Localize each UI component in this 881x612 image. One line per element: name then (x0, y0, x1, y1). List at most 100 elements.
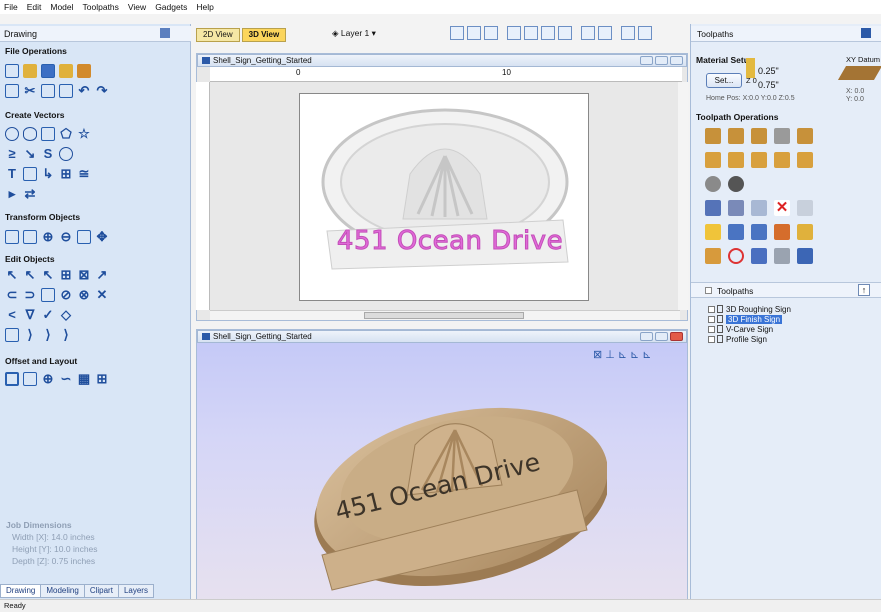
time-estimate-icon[interactable] (728, 248, 744, 264)
menu-gadgets[interactable]: Gadgets (155, 2, 187, 12)
text-on-curve-icon[interactable] (23, 167, 37, 181)
star-icon[interactable]: ☆ (77, 127, 91, 141)
bracket-extra-icon[interactable]: ⟩ (59, 328, 73, 342)
smooth-icon[interactable]: ✓ (41, 308, 55, 322)
offset-icon-2[interactable] (5, 372, 19, 386)
arc-icon[interactable]: ↘ (23, 147, 37, 161)
polyline-icon[interactable]: ≥ (5, 147, 19, 161)
grid-icon[interactable] (484, 26, 498, 40)
zoom-fit-icon[interactable] (558, 26, 572, 40)
array-copy-icon[interactable]: ⊕ (41, 372, 55, 386)
back-view-icon[interactable]: ⊾ (642, 348, 651, 361)
side-view-icon[interactable]: ⊾ (630, 348, 639, 361)
move-up-icon[interactable]: ↑ (858, 284, 870, 296)
cut-icon[interactable]: ✂ (23, 84, 37, 98)
select-icon[interactable]: ↖ (5, 268, 19, 282)
distort-icon[interactable] (77, 230, 91, 244)
save-icon[interactable] (41, 64, 55, 78)
close-button[interactable] (670, 56, 683, 65)
ungroup-icon[interactable]: ⊃ (23, 288, 37, 302)
extend-icon[interactable]: ⊠ (77, 268, 91, 282)
tab-2d-view[interactable]: 2D View (196, 28, 240, 42)
copy-icon[interactable] (41, 84, 55, 98)
viewport-3d[interactable]: Shell_Sign_Getting_Started ⊠ ⊥ ⊾ ⊾ ⊾ 451… (196, 329, 688, 604)
roughing-icon[interactable] (705, 128, 721, 144)
toolpath-item[interactable]: 3D Finish Sign (696, 314, 876, 324)
scale-icon[interactable] (23, 230, 37, 244)
rotate-icon[interactable]: ⊕ (41, 230, 55, 244)
recalc-icon[interactable] (774, 224, 790, 240)
template-icon[interactable] (751, 200, 767, 216)
tab-drawing[interactable]: Drawing (0, 584, 42, 598)
ellipse-icon[interactable] (23, 127, 37, 141)
prism-icon[interactable] (797, 152, 813, 168)
weld-icon[interactable]: ⊘ (59, 288, 73, 302)
menu-edit[interactable]: Edit (27, 2, 42, 12)
fluting-icon[interactable] (751, 152, 767, 168)
front-view-icon[interactable]: ⊾ (618, 348, 627, 361)
layout-icon[interactable] (621, 26, 635, 40)
edit-toolpath-icon[interactable] (728, 200, 744, 216)
close-vector-icon[interactable] (5, 328, 19, 342)
auto-layout-text-icon[interactable]: ↳ (41, 167, 55, 181)
group-icon[interactable]: ⊂ (5, 288, 19, 302)
toolpath-checkbox[interactable] (708, 315, 715, 323)
paste-icon[interactable] (59, 84, 73, 98)
circle-icon[interactable] (5, 127, 19, 141)
close-button-3d[interactable] (670, 332, 683, 341)
toolpath-item[interactable]: 3D Roughing Sign (696, 304, 876, 314)
layer-selector[interactable]: ◈ Layer 1 ▾ (332, 28, 376, 39)
menu-file[interactable]: File (4, 2, 18, 12)
nesting-icon[interactable]: ⊞ (95, 372, 109, 386)
export-icon[interactable] (77, 64, 91, 78)
undo-icon[interactable]: ↶ (77, 84, 91, 98)
toolpath-checkbox[interactable] (708, 335, 715, 343)
pocket-icon[interactable] (797, 128, 813, 144)
menu-help[interactable]: Help (196, 2, 213, 12)
tab-3d-view[interactable]: 3D View (241, 28, 287, 42)
fillet-icon-2[interactable] (23, 372, 37, 386)
delete-toolpath-icon[interactable]: ✕ (774, 200, 790, 216)
block-copy-icon[interactable]: ▦ (77, 372, 91, 386)
menu-view[interactable]: View (128, 2, 146, 12)
interactive-select-icon[interactable]: ↖ (41, 268, 55, 282)
tab-clipart[interactable]: Clipart (83, 584, 119, 598)
import-icon[interactable] (59, 64, 73, 78)
vertical-scrollbar[interactable] (678, 82, 688, 310)
move-icon[interactable] (5, 230, 19, 244)
align-icon[interactable]: ✥ (95, 230, 109, 244)
vcarve-icon[interactable] (705, 152, 721, 168)
menu-model[interactable]: Model (50, 2, 73, 12)
trim-icon[interactable]: ⊞ (59, 268, 73, 282)
merge-icon[interactable] (774, 248, 790, 264)
text-icon[interactable]: T (5, 167, 19, 181)
intersect-icon[interactable]: ✕ (95, 288, 109, 302)
pin-icon-right[interactable] (861, 28, 871, 38)
job-setup-icon[interactable] (5, 84, 19, 98)
all-toolpaths-checkbox[interactable] (705, 287, 712, 294)
split-view-icon[interactable] (638, 26, 652, 40)
summary-icon[interactable] (797, 200, 813, 216)
fit-arc-icon[interactable]: ∇ (23, 308, 37, 322)
material-board-2d[interactable]: 451 Ocean Drive (299, 93, 589, 301)
redo-icon[interactable]: ↷ (95, 84, 109, 98)
minimize-button[interactable] (640, 56, 653, 65)
dimension-icon[interactable]: ⊞ (59, 167, 73, 181)
new-file-icon[interactable] (5, 64, 19, 78)
menu-toolpaths[interactable]: Toolpaths (83, 2, 119, 12)
texture-icon[interactable] (774, 128, 790, 144)
preview-all-icon[interactable] (728, 224, 744, 240)
tool-database-icon[interactable] (705, 200, 721, 216)
maximize-button-3d[interactable] (655, 332, 668, 341)
polygon-icon[interactable]: ⬠ (59, 127, 73, 141)
toolpath-checkbox[interactable] (708, 305, 715, 313)
preview-selected-icon[interactable] (751, 224, 767, 240)
fillet-icon[interactable]: ⇄ (23, 187, 37, 201)
curve-icon[interactable]: S (41, 147, 55, 161)
sphere-icon[interactable] (728, 176, 744, 192)
pan-icon[interactable] (507, 26, 521, 40)
toolpath-item[interactable]: Profile Sign (696, 334, 876, 344)
tab-modeling[interactable]: Modeling (40, 584, 85, 598)
maximize-button[interactable] (655, 56, 668, 65)
rectangle-icon[interactable] (41, 127, 55, 141)
